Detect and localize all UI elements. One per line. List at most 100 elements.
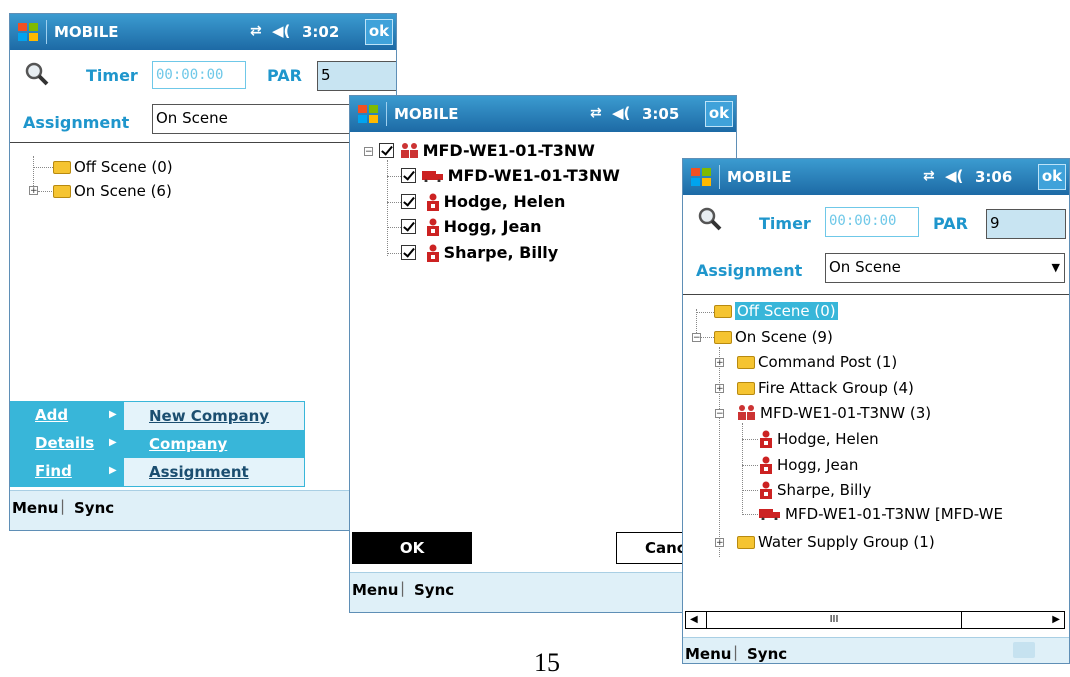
tree-item-label: Off Scene (0) [74,158,173,176]
expand-icon[interactable]: + [715,538,724,548]
menu-item-add[interactable]: Add ▶ [10,401,123,429]
search-icon[interactable] [697,206,723,232]
par-label: PAR [267,66,302,85]
scroll-left-icon[interactable]: ◀ [690,612,698,628]
connectivity-icon[interactable]: ⇄ [923,168,935,184]
volume-icon[interactable]: ◀( [945,167,963,185]
tree-item-truck[interactable]: MFD-WE1-01-T3NW [MFD-WE [759,504,1003,524]
menu-item-company[interactable]: Company [124,430,304,458]
tree-item-person[interactable]: Hogg, Jean [755,455,858,475]
tree-item-water-supply-group[interactable]: Water Supply Group (1) [737,532,935,552]
expand-icon[interactable]: + [715,358,724,368]
tree-item-label: Fire Attack Group (4) [758,379,914,397]
menu-softkey[interactable]: Menu [12,499,58,517]
checkbox[interactable] [401,168,416,183]
firefighter-icon [426,218,439,236]
menu-item-assignment[interactable]: Assignment [124,458,304,486]
horizontal-scrollbar[interactable]: ◀ III ▶ [685,611,1065,629]
menu-item-find[interactable]: Find ▶ [10,457,123,485]
ok-button[interactable]: ok [705,101,733,127]
timer-field[interactable]: 00:00:00 [825,207,919,237]
sync-softkey[interactable]: Sync [74,499,114,517]
tree-line [38,191,52,192]
tree-item-label: On Scene (6) [74,182,172,200]
tree-item-person[interactable]: Sharpe, Billy [755,480,871,500]
volume-icon[interactable]: ◀( [272,22,290,40]
folder-open-icon [714,331,732,344]
menu-softkey[interactable]: Menu [685,645,731,663]
tree-item-label: Sharpe, Billy [443,243,559,262]
checkbox[interactable] [401,194,416,209]
tree-item-person[interactable]: Hodge, Helen [755,429,879,449]
connectivity-icon[interactable]: ⇄ [590,105,602,121]
title-separator [46,20,47,44]
scroll-right-icon[interactable]: ▶ [1052,612,1060,628]
timer-label: Timer [759,214,811,233]
tree-item-person[interactable]: Sharpe, Billy [401,243,558,263]
tree-item-company[interactable]: MFD-WE1-01-T3NW (3) [737,403,931,423]
connectivity-icon[interactable]: ⇄ [250,23,262,39]
tree-item-company-root[interactable]: MFD-WE1-01-T3NW [379,141,595,161]
scroll-thumb[interactable]: III [706,611,962,629]
expand-icon[interactable]: + [29,186,38,196]
folder-icon [53,185,71,198]
folder-icon [737,382,755,395]
ok-dialog-button[interactable]: OK [352,532,472,564]
checkbox[interactable] [401,219,416,234]
tree-item-person[interactable]: Hodge, Helen [401,192,565,212]
submenu-arrow-icon: ▶ [109,409,117,420]
keyboard-icon[interactable] [1013,642,1035,658]
firefighter-icon [760,481,772,499]
tree-item-label: On Scene (9) [735,328,833,346]
expand-icon[interactable]: + [715,384,724,394]
checkbox[interactable] [379,143,394,158]
app-title: MOBILE [394,105,459,123]
tree-item-truck[interactable]: MFD-WE1-01-T3NW [401,166,620,186]
tree-item-command-post[interactable]: Command Post (1) [737,352,897,372]
menu-item-label: Find [35,462,72,480]
tree-item-off-scene[interactable]: Off Scene (0) [53,157,173,177]
folder-icon [53,161,71,174]
ok-button[interactable]: ok [1038,164,1066,190]
windows-start-icon[interactable] [16,20,40,44]
search-icon[interactable] [24,61,50,87]
assignment-dropdown[interactable]: On Scene ▼ [825,253,1065,283]
ok-button[interactable]: ok [365,19,393,45]
timer-field[interactable]: 00:00:00 [152,61,246,89]
menu-softkey[interactable]: Menu [352,581,398,599]
timer-label: Timer [86,66,138,85]
soft-key-bar: Menu | Sync [683,637,1069,663]
tree-item-fire-attack-group[interactable]: Fire Attack Group (4) [737,378,914,398]
firefighter-icon [426,244,439,262]
collapse-icon[interactable]: − [692,333,701,343]
menu-item-new-company[interactable]: New Company [124,402,304,430]
tree-line [387,160,388,256]
volume-icon[interactable]: ◀( [612,104,630,122]
app-title: MOBILE [54,23,119,41]
checkbox[interactable] [401,245,416,260]
title-bar: MOBILE ⇄ ◀( 3:05 ok [350,96,736,132]
windows-start-icon[interactable] [689,165,713,189]
page-number: 15 [534,648,560,677]
sync-softkey[interactable]: Sync [414,581,454,599]
tree-line [701,337,714,338]
tree-item-label: Hodge, Helen [777,430,879,448]
softkey-separator: | [60,497,66,515]
tree-line [696,312,714,313]
collapse-icon[interactable]: − [715,409,724,419]
tree-item-person[interactable]: Hogg, Jean [401,217,542,237]
windows-start-icon[interactable] [356,102,380,126]
sync-softkey[interactable]: Sync [747,645,787,663]
par-field[interactable]: 9 [986,209,1066,239]
tree-item-on-scene[interactable]: On Scene (9) [714,327,833,347]
menu-item-label: Assignment [149,463,249,481]
collapse-icon[interactable]: − [364,147,373,157]
tree-line [387,227,401,228]
par-field[interactable]: 5 [317,61,396,91]
tree-item-off-scene[interactable]: Off Scene (0) [714,301,838,321]
tree-item-label: Hogg, Jean [443,217,542,236]
menu-item-details[interactable]: Details ▶ [10,429,123,457]
divider [10,142,396,143]
tree-item-on-scene[interactable]: On Scene (6) [53,181,172,201]
clock: 3:06 [975,168,1013,186]
